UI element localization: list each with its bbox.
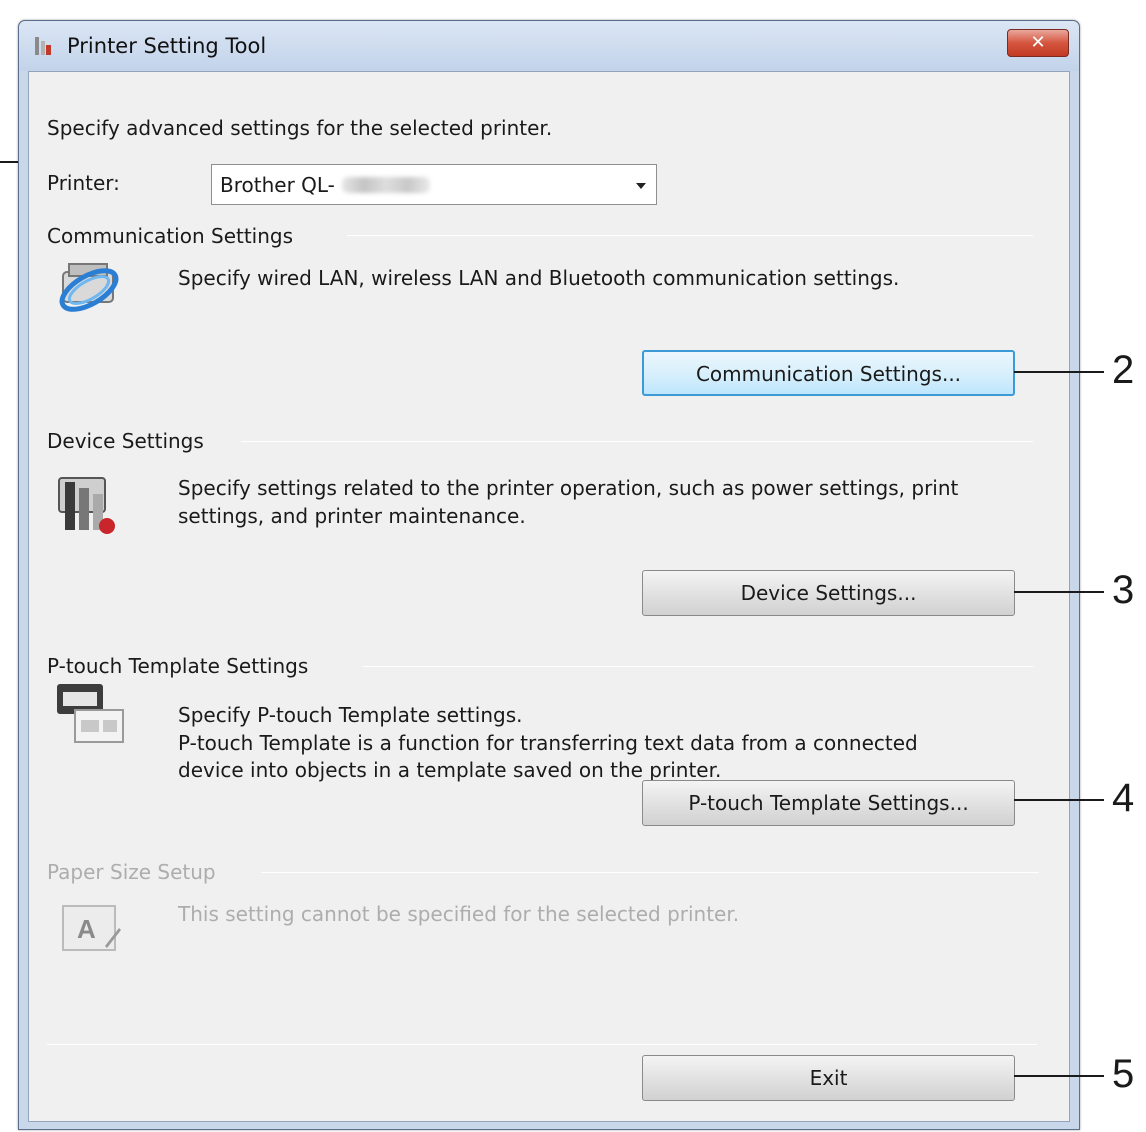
communication-description: Specify wired LAN, wireless LAN and Blue…	[178, 266, 900, 290]
printer-setting-tool-window: Printer Setting Tool ✕ Specify advanced …	[18, 20, 1080, 1130]
printer-label: Printer:	[47, 171, 120, 195]
printer-tool-app-icon	[35, 37, 51, 55]
callout-line-5	[1014, 1075, 1104, 1077]
device-description-line1: Specify settings related to the printer …	[178, 476, 959, 500]
device-description-line2: settings, and printer maintenance.	[178, 504, 526, 528]
svg-text:A: A	[77, 914, 96, 944]
callout-line-4	[1014, 799, 1104, 801]
paper-size-description: This setting cannot be specified for the…	[178, 902, 740, 926]
communication-settings-button[interactable]: Communication Settings...	[642, 350, 1015, 396]
device-settings-icon	[58, 477, 115, 534]
printer-select[interactable]: Brother QL-	[211, 164, 657, 205]
device-divider	[241, 441, 1033, 442]
template-printer-icon	[57, 684, 124, 743]
redacted-model	[342, 177, 430, 193]
chevron-down-icon[interactable]	[636, 183, 646, 189]
printer-select-value: Brother QL-	[220, 173, 335, 197]
network-printer-icon	[59, 263, 119, 312]
communication-divider	[347, 235, 1033, 236]
bottom-divider	[47, 1044, 1037, 1045]
device-heading: Device Settings	[47, 429, 204, 453]
close-icon: ✕	[1030, 32, 1046, 53]
callout-line-3	[1014, 591, 1104, 593]
title-bar[interactable]: Printer Setting Tool ✕	[19, 21, 1079, 71]
close-button[interactable]: ✕	[1007, 29, 1069, 57]
ptouch-template-settings-button[interactable]: P-touch Template Settings...	[642, 780, 1015, 826]
callout-number-2: 2	[1112, 348, 1135, 392]
ptouch-description-line1: Specify P-touch Template settings.	[178, 703, 523, 727]
callout-line-2	[1014, 371, 1104, 373]
ptouch-heading: P-touch Template Settings	[47, 654, 309, 678]
paper-size-heading: Paper Size Setup	[47, 860, 216, 884]
paper-size-icon: A	[62, 905, 121, 951]
ptouch-divider	[363, 666, 1033, 667]
intro-text: Specify advanced settings for the select…	[47, 116, 553, 140]
paper-size-divider	[261, 872, 1039, 873]
callout-number-4: 4	[1112, 776, 1135, 820]
communication-heading: Communication Settings	[47, 224, 294, 248]
dialog-body: Specify advanced settings for the select…	[28, 71, 1070, 1122]
device-settings-button[interactable]: Device Settings...	[642, 570, 1015, 616]
callout-number-5: 5	[1112, 1052, 1135, 1096]
ptouch-description-line3: device into objects in a template saved …	[178, 758, 722, 782]
ptouch-description-line2: P-touch Template is a function for trans…	[178, 731, 918, 755]
window-title: Printer Setting Tool	[67, 34, 267, 58]
callout-number-3: 3	[1112, 568, 1135, 612]
exit-button[interactable]: Exit	[642, 1055, 1015, 1101]
